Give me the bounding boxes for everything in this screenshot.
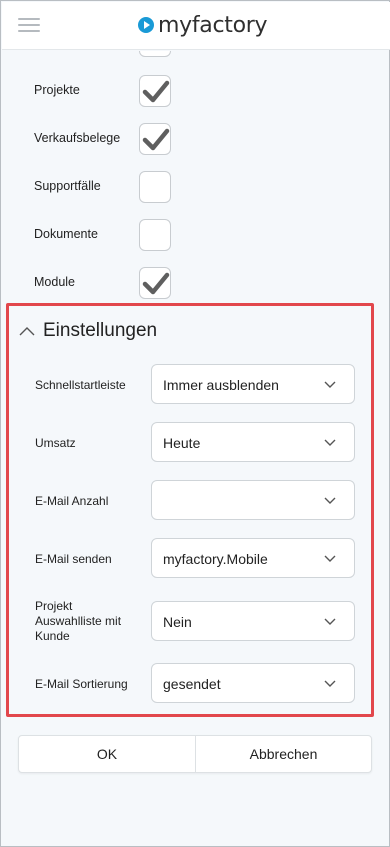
checkbox-supportfaelle[interactable] (139, 171, 171, 203)
check-label: Supportfälle (34, 179, 101, 193)
email-senden-select[interactable]: myfactory.Mobile (151, 538, 355, 578)
chevron-down-icon (324, 618, 336, 625)
check-label: Verkaufsbelege (34, 131, 121, 145)
chevron-down-icon (324, 497, 336, 504)
app-frame: myfactory Projekte Verkaufsbelege Suppor… (0, 0, 390, 847)
setting-label: E-Mail senden (35, 552, 112, 566)
settings-section-highlight: Einstellungen Schnellstartleiste Immer a… (6, 303, 374, 717)
check-row-verkaufsbelege: Verkaufsbelege (2, 119, 390, 159)
checkbox-partial[interactable] (139, 51, 171, 57)
check-label: Projekte (34, 83, 80, 97)
schnellstartleiste-select[interactable]: Immer ausblenden (151, 364, 355, 404)
checkbox-module[interactable] (139, 267, 171, 299)
chevron-down-icon (324, 381, 336, 388)
cancel-button[interactable]: Abbrechen (196, 736, 371, 772)
setting-label: E-Mail Anzahl (35, 494, 109, 508)
ok-button[interactable]: OK (19, 736, 196, 772)
setting-label: Projekt Auswahlliste mit Kunde (35, 599, 122, 643)
email-anzahl-select[interactable] (151, 480, 355, 520)
select-value: Nein (163, 614, 192, 630)
setting-label: Schnellstartleiste (35, 378, 126, 392)
check-row-supportfaelle: Supportfälle (2, 167, 390, 207)
menu-icon[interactable] (18, 16, 40, 34)
app-header: myfactory (2, 2, 390, 50)
projekt-auswahlliste-select[interactable]: Nein (151, 601, 355, 641)
select-value: gesendet (163, 676, 221, 692)
checkbox-projekte[interactable] (139, 75, 171, 107)
setting-label: Umsatz (35, 436, 76, 450)
chevron-up-icon (19, 327, 35, 336)
settings-section-header[interactable]: Einstellungen (19, 320, 157, 342)
chevron-down-icon (324, 555, 336, 562)
umsatz-select[interactable]: Heute (151, 422, 355, 462)
app-logo: myfactory (138, 11, 268, 39)
check-row-dokumente: Dokumente (2, 215, 390, 255)
dialog-button-bar: OK Abbrechen (18, 735, 372, 773)
logo-text: myfactory (158, 12, 268, 38)
checkmark-icon (142, 80, 170, 103)
check-row-module: Module (2, 263, 390, 303)
setting-label: E-Mail Sortierung (35, 677, 128, 691)
logo-play-icon (138, 17, 154, 33)
checkbox-verkaufsbelege[interactable] (139, 123, 171, 155)
select-value: Immer ausblenden (163, 377, 279, 393)
section-title: Einstellungen (43, 320, 158, 341)
check-label: Dokumente (34, 227, 98, 241)
settings-content: Projekte Verkaufsbelege Supportfälle Dok… (2, 51, 390, 847)
select-value: myfactory.Mobile (163, 551, 268, 567)
chevron-down-icon (324, 680, 336, 687)
check-row-projekte: Projekte (2, 71, 390, 111)
checkbox-dokumente[interactable] (139, 219, 171, 251)
email-sortierung-select[interactable]: gesendet (151, 663, 355, 703)
check-label: Module (34, 275, 75, 289)
checkmark-icon (142, 128, 170, 151)
chevron-down-icon (324, 439, 336, 446)
checkmark-icon (142, 272, 170, 295)
select-value: Heute (163, 435, 201, 451)
